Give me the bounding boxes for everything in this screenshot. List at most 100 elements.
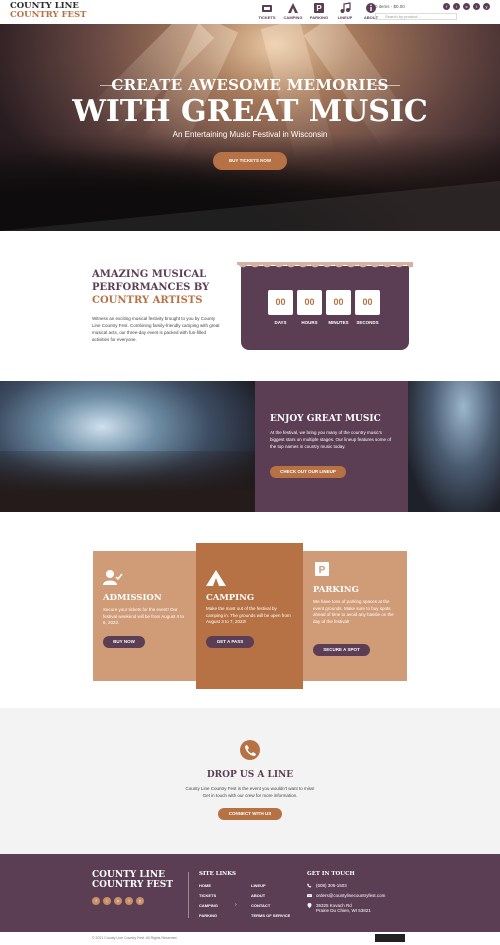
hero-heading: WITH GREAT MUSIC bbox=[72, 94, 428, 129]
footer-address: 35325 Kovach Rd Prairie Du Chien, WI 538… bbox=[307, 903, 371, 913]
lineup-button[interactable]: CHECK OUT OUR LINEUP bbox=[270, 466, 346, 478]
footer-link-terms[interactable]: TERMS OF SERVICE bbox=[251, 913, 290, 918]
youtube-icon[interactable]: y bbox=[483, 3, 490, 10]
site-logo[interactable]: COUNTY LINE COUNTRY FEST bbox=[10, 2, 86, 20]
hero-subheading: CREATE AWESOME MEMORIES bbox=[111, 76, 389, 94]
music-title: ENJOY GREAT MUSIC bbox=[270, 414, 381, 424]
nav-label: TICKETS bbox=[258, 15, 276, 20]
twitter-icon[interactable]: t bbox=[473, 3, 480, 10]
twitter-icon[interactable]: t bbox=[125, 897, 133, 905]
chevron-right-icon: › bbox=[235, 902, 237, 908]
get-a-pass-button[interactable]: GET A PASS bbox=[206, 636, 254, 648]
facebook-icon[interactable]: f bbox=[92, 897, 100, 905]
nav-parking[interactable]: P PARKING bbox=[309, 2, 329, 20]
main-nav: TICKETS CAMPING P PARKING LINEUP ABOUT bbox=[257, 2, 381, 20]
snapchat-icon[interactable]: s bbox=[463, 3, 470, 10]
location-pin-icon bbox=[307, 903, 312, 909]
svg-text:P: P bbox=[319, 565, 326, 576]
music-section: ENJOY GREAT MUSIC At the festival, we br… bbox=[0, 381, 500, 512]
intro-title-line2: PERFORMANCES BY bbox=[92, 282, 210, 293]
contact-section: DROP US A LINE County Line Country Fest … bbox=[0, 708, 500, 854]
ticket-icon bbox=[262, 5, 272, 12]
user-check-icon bbox=[103, 570, 123, 585]
footer-address-line1: 35325 Kovach Rd bbox=[316, 903, 352, 908]
intro-text: Witness an exciting musical festivity br… bbox=[92, 316, 220, 342]
footer-link-lineup[interactable]: LINEUP bbox=[251, 883, 266, 888]
countdown-label: MINUTES bbox=[328, 320, 349, 325]
nav-tickets[interactable]: TICKETS bbox=[257, 2, 277, 20]
instagram-icon[interactable]: i bbox=[103, 897, 111, 905]
countdown-hours: 00 bbox=[297, 290, 322, 315]
contact-text: County Line Country Fest is the event yo… bbox=[0, 785, 500, 799]
email-icon bbox=[307, 894, 312, 898]
site-footer: COUNTY LINE COUNTRY FEST f i s t y SITE … bbox=[0, 854, 500, 932]
facebook-icon[interactable]: f bbox=[443, 3, 450, 10]
instagram-icon[interactable]: i bbox=[453, 3, 460, 10]
footer-logo-line1: COUNTY LINE bbox=[92, 870, 165, 880]
countdown-label: HOURS bbox=[301, 320, 318, 325]
copyright-text: © 2021 County Line Country Fest. All Rig… bbox=[92, 936, 178, 940]
copyright-bar: © 2021 County Line Country Fest. All Rig… bbox=[0, 932, 500, 945]
footer-phone[interactable]: (608) 306-1503 bbox=[307, 883, 347, 888]
secure-a-spot-button[interactable]: SECURE A SPOT bbox=[313, 644, 370, 656]
buy-now-button[interactable]: BUY NOW bbox=[103, 636, 145, 648]
buy-tickets-button[interactable]: BUY TICKETS NOW bbox=[213, 152, 287, 170]
card-title: PARKING bbox=[313, 585, 359, 595]
site-header: COUNTY LINE COUNTRY FEST TICKETS CAMPING… bbox=[0, 0, 500, 24]
camping-card: CAMPING Make the most out of the festiva… bbox=[196, 543, 303, 689]
countdown-seconds: 00 bbox=[355, 290, 380, 315]
contact-title: DROP US A LINE bbox=[206, 770, 294, 780]
footer-email-text: orders@countylinecountryfest.com bbox=[316, 893, 386, 898]
hero-tagline: An Entertaining Music Festival in Wiscon… bbox=[172, 130, 328, 139]
music-note-icon bbox=[340, 2, 351, 13]
footer-email[interactable]: orders@countylinecountryfest.com bbox=[307, 893, 385, 898]
intro-title-line1: AMAZING MUSICAL bbox=[92, 269, 207, 280]
awning-scallop bbox=[237, 262, 413, 270]
tent-icon bbox=[288, 3, 298, 13]
footer-phone-text: (608) 306-1503 bbox=[316, 883, 347, 888]
footer-address-line2: Prairie Du Chien, WI 53821 bbox=[316, 908, 371, 914]
footer-link-tickets[interactable]: TICKETS bbox=[199, 893, 216, 898]
nav-label: CAMPING bbox=[283, 15, 303, 20]
footer-social: f i s t y bbox=[92, 897, 144, 905]
phone-icon bbox=[307, 883, 312, 888]
hero-banner: CREATE AWESOME MEMORIES WITH GREAT MUSIC… bbox=[0, 24, 500, 231]
snapchat-icon[interactable]: s bbox=[114, 897, 122, 905]
countdown-box bbox=[241, 266, 409, 350]
admission-card: ADMISSION Secure your tickets for the ev… bbox=[93, 551, 196, 681]
footer-divider bbox=[188, 872, 189, 918]
svg-text:P: P bbox=[316, 4, 322, 13]
countdown-minutes: 00 bbox=[326, 290, 351, 315]
youtube-icon[interactable]: y bbox=[136, 897, 144, 905]
connect-button[interactable]: CONNECT WITH US bbox=[218, 808, 282, 820]
get-in-touch-title: GET IN TOUCH bbox=[307, 871, 355, 877]
footer-logo[interactable]: COUNTY LINE COUNTRY FEST bbox=[92, 870, 173, 890]
concert-photo-right bbox=[408, 381, 500, 512]
nav-camping[interactable]: CAMPING bbox=[283, 2, 303, 20]
phone-icon bbox=[240, 740, 260, 760]
parking-card: P PARKING We have tons of parking spaces… bbox=[303, 551, 407, 681]
parking-icon: P bbox=[314, 3, 324, 13]
nav-label: PARKING bbox=[309, 15, 329, 20]
countdown-days: 00 bbox=[268, 290, 293, 315]
parking-icon: P bbox=[315, 562, 329, 576]
nav-label: LINEUP bbox=[337, 15, 353, 20]
contact-text-line1: County Line Country Fest is the event yo… bbox=[185, 786, 315, 791]
info-cards: ADMISSION Secure your tickets for the ev… bbox=[0, 512, 500, 708]
intro-title: AMAZING MUSICAL PERFORMANCES BY COUNTRY … bbox=[92, 268, 209, 307]
footer-link-home[interactable]: HOME bbox=[199, 883, 211, 888]
nav-lineup[interactable]: LINEUP bbox=[335, 2, 355, 20]
card-title: ADMISSION bbox=[103, 593, 162, 603]
tent-icon bbox=[206, 570, 226, 586]
header-social: f i s t y bbox=[443, 3, 490, 10]
footer-logo-line2: COUNTRY FEST bbox=[92, 880, 173, 890]
card-title: CAMPING bbox=[206, 593, 255, 603]
intro-title-accent: COUNTRY ARTISTS bbox=[92, 295, 203, 306]
footer-link-parking[interactable]: PARKING bbox=[199, 913, 217, 918]
footer-link-camping[interactable]: CAMPING bbox=[199, 903, 218, 908]
footer-link-contact[interactable]: CONTACT bbox=[251, 903, 270, 908]
cart-link[interactable]: 0 items - $0.00 bbox=[375, 4, 405, 9]
footer-link-about[interactable]: ABOUT bbox=[251, 893, 265, 898]
search-input[interactable]: Search by product... bbox=[375, 13, 457, 20]
site-links-title: SITE LINKS bbox=[199, 871, 236, 877]
